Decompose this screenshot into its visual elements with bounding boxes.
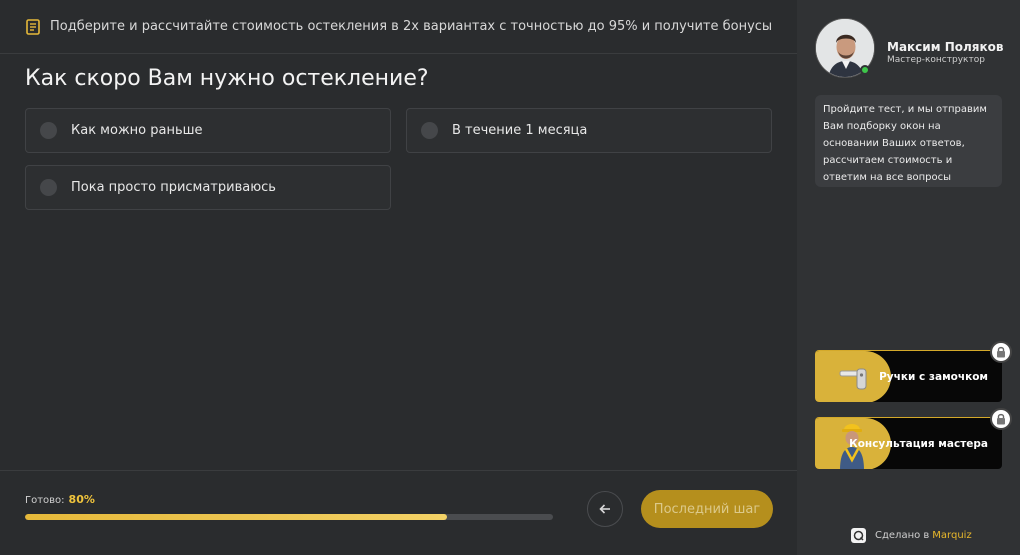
marquiz-logo-icon xyxy=(851,528,866,543)
bonus-card: Ручки с замочком xyxy=(815,350,1002,402)
bonus-label: Консультация мастера xyxy=(849,438,988,450)
made-in-text: Сделано в xyxy=(875,530,930,541)
answer-option[interactable]: В течение 1 месяца xyxy=(406,108,772,153)
lock-icon xyxy=(990,408,1012,430)
progress-label: Готово: 80% xyxy=(25,493,95,506)
marquiz-brand[interactable]: Marquiz xyxy=(932,530,971,541)
lock-icon xyxy=(990,341,1012,363)
quiz-main-panel: Подберите и рассчитайте стоимость остекл… xyxy=(0,0,797,555)
answer-option-label: Как можно раньше xyxy=(71,123,203,138)
window-handle-image xyxy=(837,363,871,397)
answer-option-label: В течение 1 месяца xyxy=(452,123,588,138)
answer-option-label: Пока просто присматриваюсь xyxy=(71,180,276,195)
manager-sidebar xyxy=(797,0,1020,555)
banner-text: Подберите и рассчитайте стоимость остекл… xyxy=(50,19,773,34)
progress-bar-fill xyxy=(25,514,448,520)
radio-button[interactable] xyxy=(421,122,438,139)
online-status-dot xyxy=(860,65,870,75)
next-step-button[interactable]: Последний шаг xyxy=(641,490,773,528)
back-button[interactable] xyxy=(587,491,623,527)
note-icon xyxy=(26,18,40,35)
progress-bar xyxy=(25,514,553,520)
arrow-left-icon xyxy=(599,500,611,519)
question-title: Как скоро Вам нужно остекление? xyxy=(25,66,429,91)
radio-button[interactable] xyxy=(40,179,57,196)
bonus-card: Консультация мастера xyxy=(815,417,1002,469)
bonus-banner: Подберите и рассчитайте стоимость остекл… xyxy=(0,0,797,54)
manager-role: Мастер-конструктор xyxy=(887,55,985,65)
answer-option[interactable]: Пока просто присматриваюсь xyxy=(25,165,391,210)
radio-button[interactable] xyxy=(40,122,57,139)
progress-percent: 80% xyxy=(68,493,95,506)
progress-label-text: Готово: xyxy=(25,495,65,506)
bonus-label: Ручки с замочком xyxy=(879,371,988,383)
manager-name: Максим Поляков xyxy=(887,40,1004,54)
answer-option[interactable]: Как можно раньше xyxy=(25,108,391,153)
made-in-link[interactable]: Сделано в Marquiz xyxy=(851,528,972,543)
manager-message: Пройдите тест, и мы отправим Вам подборк… xyxy=(815,95,1002,187)
